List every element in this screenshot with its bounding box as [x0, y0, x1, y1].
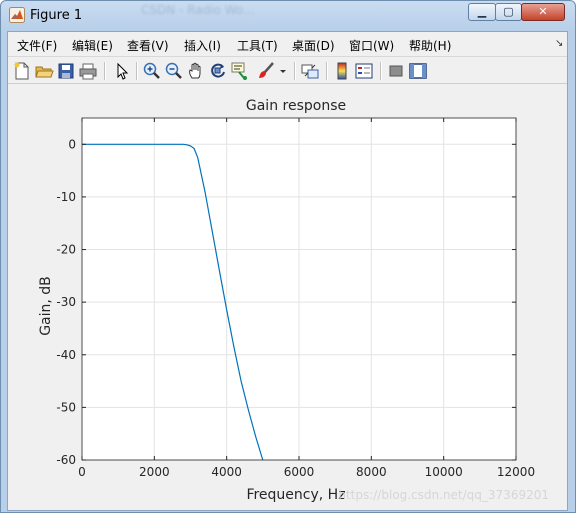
menu-insert[interactable]: 插入(I): [184, 37, 221, 54]
dock-arrow-icon[interactable]: ↘: [555, 38, 563, 49]
menu-tools[interactable]: 工具(T): [237, 37, 278, 54]
minimize-icon: ▁: [477, 5, 487, 18]
zoom-in-icon[interactable]: [142, 61, 162, 81]
hide-plot-tools-icon[interactable]: [386, 61, 406, 81]
axes: 0 2000 4000 6000 8000 10000 12000 0 -10 -20 -30 -40…: [56, 117, 535, 479]
x-tick-label: 10000: [425, 465, 463, 479]
plot-area: 0 2000 4000 6000 8000 10000 12000 0 -10 -20 -30 -40…: [8, 85, 567, 510]
x-tick-label: 8000: [356, 465, 387, 479]
chevron-down-icon[interactable]: [278, 61, 288, 81]
close-icon: ✕: [538, 5, 548, 18]
figure-window: Figure 1 CSDN - Radio Wo... ▁ ▢ ✕ 文件(F) …: [0, 0, 576, 513]
y-axis-label: Gain, dB: [38, 276, 54, 336]
toolbar-separator: [326, 62, 328, 80]
print-icon[interactable]: [78, 61, 98, 81]
data-cursor-icon[interactable]: [230, 61, 250, 81]
pan-icon[interactable]: [186, 61, 206, 81]
brush-icon[interactable]: [256, 61, 276, 81]
maximize-icon: ▢: [503, 5, 514, 18]
figure-toolbar: [8, 56, 567, 84]
y-tick-label: -50: [56, 400, 76, 414]
open-file-icon[interactable]: [34, 61, 54, 81]
figure-client-area: 文件(F) 编辑(E) 查看(V) 插入(I) 工具(T) 桌面(D) 窗口(W…: [7, 31, 568, 511]
new-figure-icon[interactable]: [12, 61, 32, 81]
toolbar-separator: [294, 62, 296, 80]
menu-bar: 文件(F) 编辑(E) 查看(V) 插入(I) 工具(T) 桌面(D) 窗口(W…: [8, 32, 567, 56]
toolbar-separator: [136, 62, 138, 80]
menu-help[interactable]: 帮助(H): [409, 37, 451, 54]
y-tick-label: -30: [56, 295, 76, 309]
x-tick-label: 4000: [211, 465, 242, 479]
minimize-button[interactable]: ▁: [468, 3, 496, 21]
y-tick-label: -60: [56, 453, 76, 467]
menu-file[interactable]: 文件(F): [17, 37, 57, 54]
close-button[interactable]: ✕: [521, 3, 565, 21]
background-window-text: CSDN - Radio Wo...: [141, 3, 255, 17]
menu-window[interactable]: 窗口(W): [349, 37, 394, 54]
link-plot-icon[interactable]: [300, 61, 320, 81]
watermark-text: https://blog.csdn.net/qq_37369201: [338, 488, 549, 502]
matlab-logo-icon: [9, 7, 25, 23]
maximize-button[interactable]: ▢: [495, 3, 522, 21]
colorbar-icon[interactable]: [332, 61, 352, 81]
show-plot-tools-icon[interactable]: [408, 61, 428, 81]
toolbar-separator: [380, 62, 382, 80]
toolbar-separator: [104, 62, 106, 80]
x-tick-label: 2000: [139, 465, 170, 479]
x-tick-label: 6000: [284, 465, 315, 479]
window-title: Figure 1: [30, 8, 83, 23]
y-tick-label: -40: [56, 348, 76, 362]
legend-icon[interactable]: [354, 61, 374, 81]
zoom-out-icon[interactable]: [164, 61, 184, 81]
y-tick-label: 0: [68, 137, 76, 151]
x-tick-label: 12000: [497, 465, 535, 479]
save-icon[interactable]: [56, 61, 76, 81]
menu-edit[interactable]: 编辑(E): [72, 37, 113, 54]
y-tick-label: -10: [56, 190, 76, 204]
title-bar[interactable]: Figure 1 CSDN - Radio Wo... ▁ ▢ ✕: [1, 1, 575, 31]
x-axis-label: Frequency, Hz: [246, 487, 345, 503]
menu-desktop[interactable]: 桌面(D): [292, 37, 335, 54]
rotate-3d-icon[interactable]: [208, 61, 228, 81]
chart-title: Gain response: [246, 98, 346, 114]
menu-view[interactable]: 查看(V): [127, 37, 169, 54]
y-tick-label: -20: [56, 243, 76, 257]
pointer-icon[interactable]: [112, 61, 132, 81]
gain-response-chart[interactable]: 0 2000 4000 6000 8000 10000 12000 0 -10 -20 -30 -40…: [8, 85, 567, 510]
x-tick-label: 0: [78, 465, 86, 479]
